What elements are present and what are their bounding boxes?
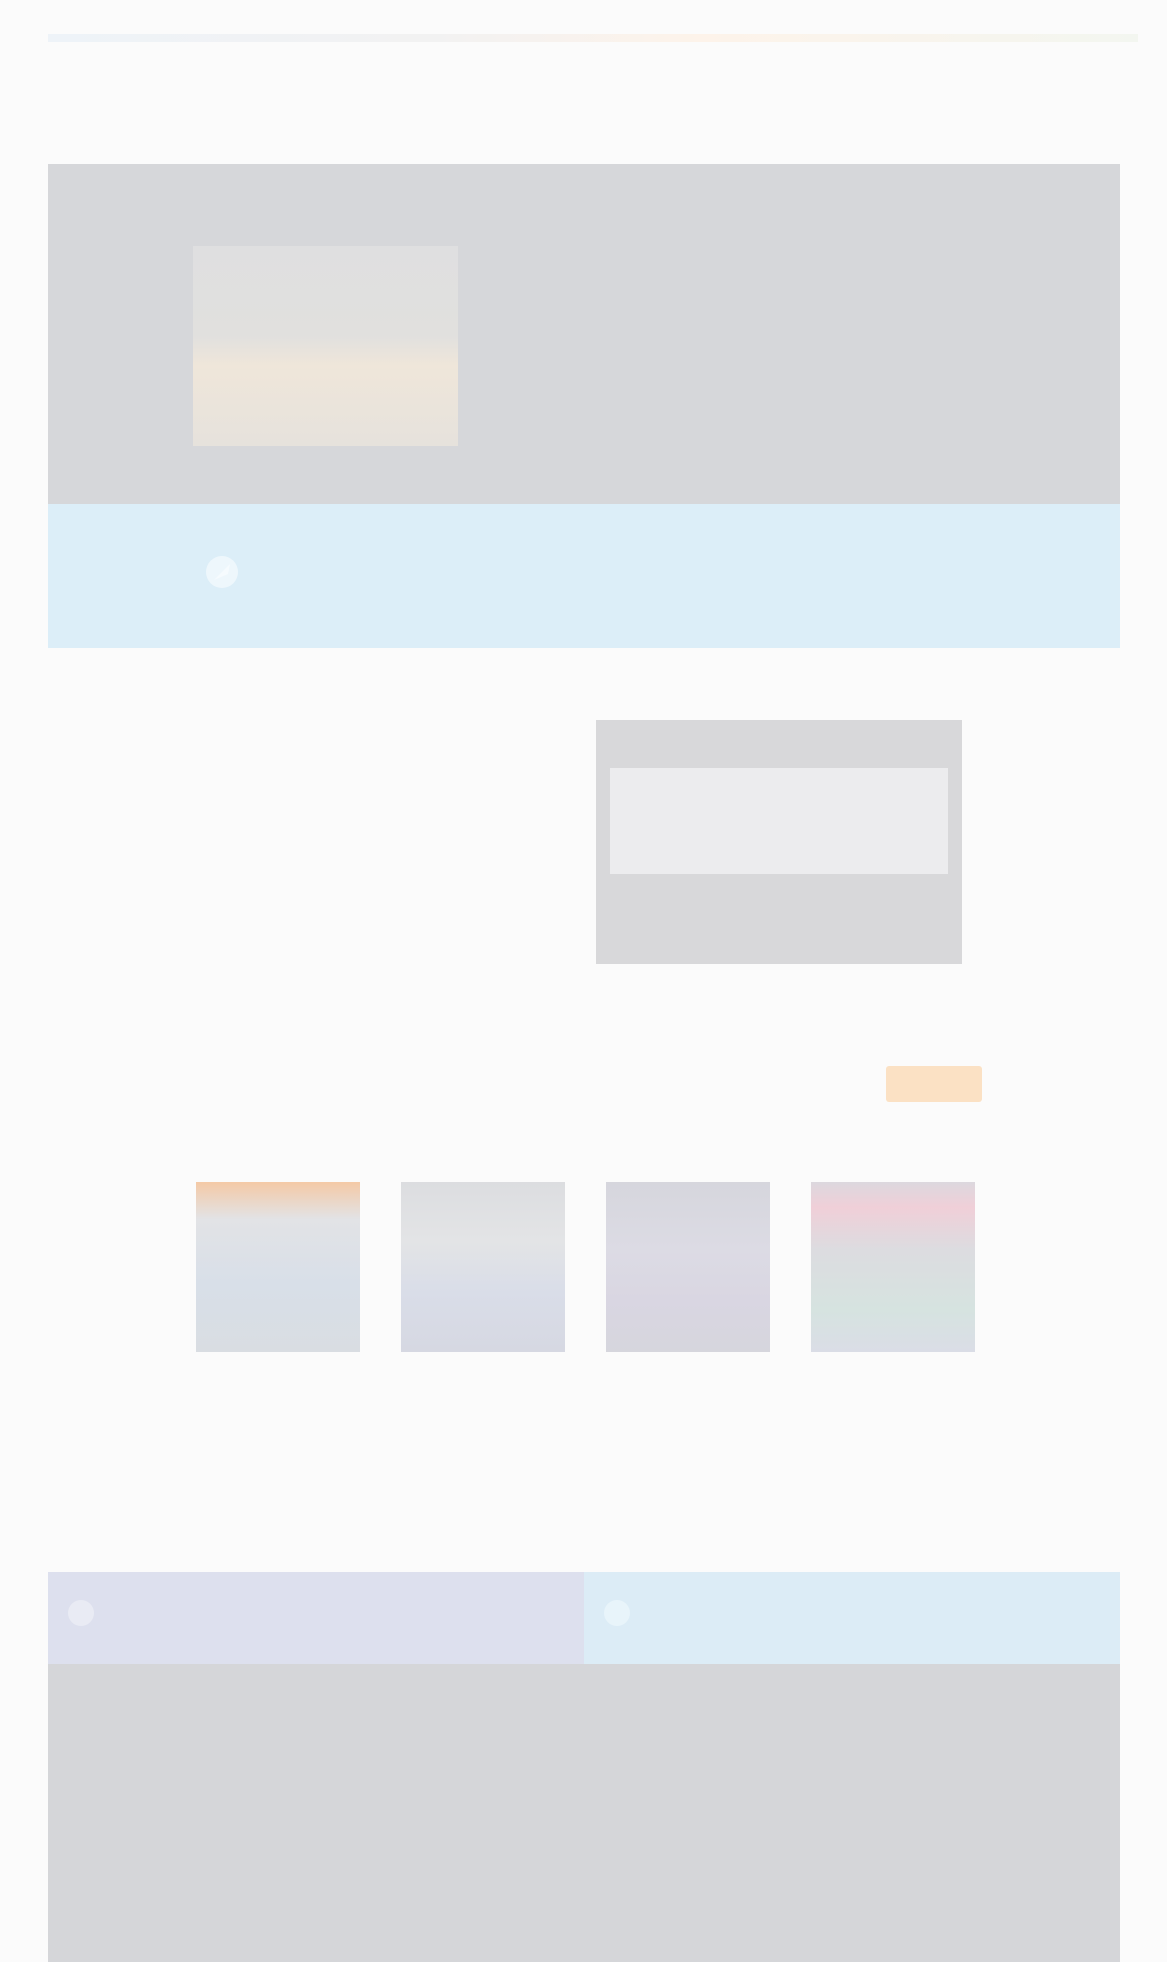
hero-section bbox=[48, 164, 1120, 504]
footer-column bbox=[598, 1720, 708, 1746]
footer-column bbox=[798, 1720, 908, 1746]
card-image bbox=[811, 1182, 975, 1352]
product-card[interactable] bbox=[811, 1182, 975, 1392]
footer bbox=[48, 1664, 1120, 1962]
rocket-icon bbox=[206, 556, 238, 588]
tab-1[interactable] bbox=[48, 1572, 584, 1664]
tab-icon bbox=[68, 1600, 94, 1626]
tab-icon bbox=[604, 1600, 630, 1626]
tab-2[interactable] bbox=[584, 1572, 1120, 1664]
tab-bar bbox=[48, 1572, 1120, 1664]
product-card[interactable] bbox=[196, 1182, 360, 1392]
preview-screen bbox=[610, 768, 948, 874]
product-card[interactable] bbox=[401, 1182, 565, 1392]
product-card[interactable] bbox=[606, 1182, 770, 1392]
hero-image[interactable] bbox=[193, 246, 458, 446]
card-image bbox=[196, 1182, 360, 1352]
top-stripe bbox=[48, 34, 1138, 42]
card-grid bbox=[196, 1182, 975, 1392]
more-button[interactable] bbox=[886, 1066, 982, 1102]
intro-block bbox=[195, 720, 525, 762]
footer-column bbox=[398, 1720, 508, 1746]
footer-columns bbox=[198, 1720, 908, 1746]
card-image bbox=[606, 1182, 770, 1352]
info-banner bbox=[48, 504, 1120, 648]
footer-column bbox=[198, 1720, 308, 1746]
preview-panel[interactable] bbox=[596, 720, 962, 964]
card-image bbox=[401, 1182, 565, 1352]
